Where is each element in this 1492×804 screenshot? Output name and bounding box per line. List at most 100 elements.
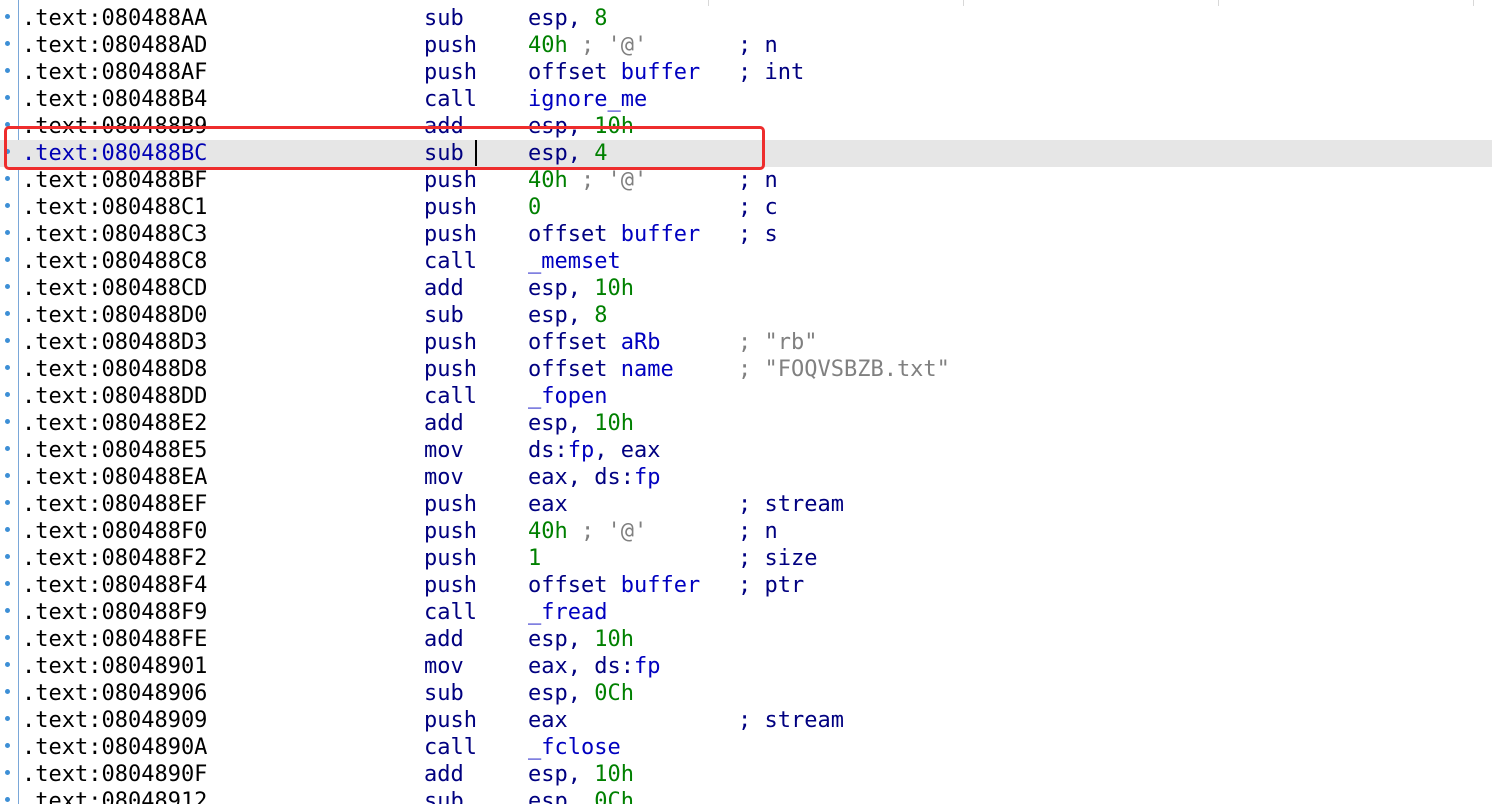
code-line[interactable]: .text:080488D0 sub esp, 8 [0,302,1492,329]
line-address[interactable]: .text:080488D3 [22,329,207,356]
line-address[interactable]: .text:080488E2 [22,410,207,437]
line-address[interactable]: .text:080488C8 [22,248,207,275]
instruction-mnemonic[interactable]: push [424,329,477,356]
instruction-operands[interactable]: eax, ds:fp [528,653,661,680]
operand-token[interactable]: buffer [621,573,700,598]
instruction-operands[interactable]: eax, ds:fp [528,464,661,491]
code-line[interactable]: .text:080488EA mov eax, ds:fp [0,464,1492,491]
instruction-mnemonic[interactable]: sub [424,5,464,32]
operand-token[interactable]: _fread [528,600,607,625]
code-line[interactable]: .text:080488C8 call _memset [0,248,1492,275]
line-address[interactable]: .text:080488BF [22,167,207,194]
code-line[interactable]: .text:08048901 mov eax, ds:fp [0,653,1492,680]
code-line[interactable]: .text:080488F9 call _fread [0,599,1492,626]
line-address[interactable]: .text:08048909 [22,707,207,734]
instruction-operands[interactable]: 0 [528,194,541,221]
code-line[interactable]: .text:080488F0 push 40h ; '@' ; n [0,518,1492,545]
line-address[interactable]: .text:0804890F [22,761,207,788]
code-line[interactable]: .text:080488C3 push offset buffer ; s [0,221,1492,248]
instruction-operands[interactable]: offset buffer [528,221,700,248]
instruction-mnemonic[interactable]: call [424,599,477,626]
line-address[interactable]: .text:080488AF [22,59,207,86]
instruction-operands[interactable]: esp, 10h [528,761,634,788]
line-address[interactable]: .text:080488EA [22,464,207,491]
instruction-operands[interactable]: esp, 10h [528,410,634,437]
instruction-operands[interactable]: esp, 10h [528,275,634,302]
instruction-operands[interactable]: esp, 8 [528,302,608,329]
instruction-mnemonic[interactable]: push [424,707,477,734]
code-line[interactable]: .text:080488F4 push offset buffer ; ptr [0,572,1492,599]
line-address[interactable]: .text:080488F9 [22,599,207,626]
instruction-mnemonic[interactable]: sub [424,302,464,329]
line-address[interactable]: .text:080488D0 [22,302,207,329]
code-line[interactable]: .text:080488AA sub esp, 8 [0,5,1492,32]
line-address[interactable]: .text:080488EF [22,491,207,518]
code-line[interactable]: .text:0804890F add esp, 10h [0,761,1492,788]
code-line[interactable]: .text:0804890A call _fclose [0,734,1492,761]
instruction-operands[interactable]: _memset [528,248,621,275]
code-line[interactable]: .text:080488C1 push 0 ; c [0,194,1492,221]
instruction-operands[interactable]: offset name [528,356,674,383]
line-address[interactable]: .text:080488E5 [22,437,207,464]
instruction-operands[interactable]: esp, 0Ch [528,680,634,707]
line-address[interactable]: .text:08048906 [22,680,207,707]
operand-token[interactable]: fp [634,465,661,490]
instruction-operands[interactable]: ignore_me [528,86,647,113]
instruction-mnemonic[interactable]: sub [424,788,464,804]
instruction-mnemonic[interactable]: call [424,383,477,410]
instruction-operands[interactable]: _fread [528,599,607,626]
instruction-operands[interactable]: offset aRb [528,329,660,356]
line-address[interactable]: .text:0804890A [22,734,207,761]
instruction-operands[interactable]: offset buffer [528,59,700,86]
line-address[interactable]: .text:080488AD [22,32,207,59]
instruction-operands[interactable]: ds:fp, eax [528,437,661,464]
instruction-mnemonic[interactable]: sub [424,680,464,707]
line-address[interactable]: .text:080488FE [22,626,207,653]
instruction-operands[interactable]: _fopen [528,383,607,410]
line-address[interactable]: .text:080488D8 [22,356,207,383]
operand-token[interactable]: buffer [621,222,700,247]
instruction-mnemonic[interactable]: push [424,572,477,599]
instruction-mnemonic[interactable]: add [424,410,464,437]
instruction-mnemonic[interactable]: mov [424,464,464,491]
code-line[interactable]: .text:080488F2 push 1 ; size [0,545,1492,572]
line-address[interactable]: .text:080488CD [22,275,207,302]
instruction-operands[interactable]: eax [528,707,568,734]
instruction-operands[interactable]: esp, 0Ch [528,788,634,804]
line-address[interactable]: .text:080488F4 [22,572,207,599]
instruction-mnemonic[interactable]: push [424,32,477,59]
line-address[interactable]: .text:080488F2 [22,545,207,572]
line-address[interactable]: .text:080488C1 [22,194,207,221]
instruction-mnemonic[interactable]: push [424,221,477,248]
instruction-operands[interactable]: esp, 8 [528,5,608,32]
instruction-operands[interactable]: 40h ; '@' [528,32,647,59]
code-line[interactable]: .text:080488CD add esp, 10h [0,275,1492,302]
operand-token[interactable]: fp [634,654,661,679]
instruction-mnemonic[interactable]: add [424,275,464,302]
instruction-mnemonic[interactable]: call [424,734,477,761]
instruction-mnemonic[interactable]: push [424,518,477,545]
instruction-operands[interactable]: offset buffer [528,572,700,599]
line-address[interactable]: .text:08048901 [22,653,207,680]
code-line[interactable]: .text:08048906 sub esp, 0Ch [0,680,1492,707]
code-line[interactable]: .text:08048909 push eax ; stream [0,707,1492,734]
instruction-operands[interactable]: 40h ; '@' [528,167,647,194]
code-line[interactable]: .text:080488BF push 40h ; '@' ; n [0,167,1492,194]
operand-token[interactable]: name [621,357,674,382]
instruction-mnemonic[interactable]: push [424,491,477,518]
instruction-operands[interactable]: 40h ; '@' [528,518,647,545]
code-line[interactable]: .text:080488B4 call ignore_me [0,86,1492,113]
instruction-mnemonic[interactable]: push [424,167,477,194]
code-line[interactable]: .text:080488DD call _fopen [0,383,1492,410]
operand-token[interactable]: _memset [528,249,621,274]
code-line[interactable]: .text:080488AF push offset buffer ; int [0,59,1492,86]
code-line[interactable]: .text:080488E2 add esp, 10h [0,410,1492,437]
code-line[interactable]: .text:080488E5 mov ds:fp, eax [0,437,1492,464]
instruction-operands[interactable]: eax [528,491,568,518]
line-address[interactable]: .text:080488B4 [22,86,207,113]
code-line[interactable]: .text:080488FE add esp, 10h [0,626,1492,653]
instruction-mnemonic[interactable]: push [424,545,477,572]
operand-token[interactable]: _fclose [528,735,621,760]
instruction-mnemonic[interactable]: call [424,86,477,113]
instruction-mnemonic[interactable]: push [424,356,477,383]
